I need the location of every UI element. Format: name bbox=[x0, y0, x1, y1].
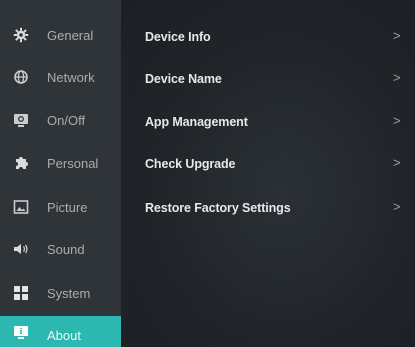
sidebar-item-label: General bbox=[47, 28, 94, 43]
sidebar-item-picture[interactable]: Picture bbox=[0, 190, 121, 224]
menu-row-label: Device Info bbox=[145, 30, 211, 44]
sidebar-item-sound[interactable]: Sound bbox=[0, 232, 121, 266]
sidebar-item-about[interactable]: About bbox=[0, 316, 121, 347]
info-monitor-icon bbox=[13, 324, 29, 340]
menu-row-device-name[interactable]: Device Name > bbox=[121, 61, 415, 97]
sidebar-item-label: Network bbox=[47, 70, 95, 85]
sidebar-item-label: Sound bbox=[47, 242, 85, 257]
menu-row-app-management[interactable]: App Management > bbox=[121, 104, 415, 140]
menu-row-label: App Management bbox=[145, 115, 248, 129]
sidebar-item-label: Personal bbox=[47, 156, 99, 171]
settings-sidebar: General Network On/Off Personal Picture … bbox=[0, 0, 121, 347]
menu-row-label: Restore Factory Settings bbox=[145, 201, 291, 215]
sidebar-item-on-off[interactable]: On/Off bbox=[0, 103, 121, 137]
about-panel: Device Info > Device Name > App Manageme… bbox=[121, 0, 415, 347]
sidebar-item-label: About bbox=[47, 328, 81, 343]
chevron-right-icon: > bbox=[393, 155, 401, 170]
puzzle-icon bbox=[13, 155, 29, 171]
menu-row-device-info[interactable]: Device Info > bbox=[121, 19, 415, 55]
sidebar-item-network[interactable]: Network bbox=[0, 60, 121, 94]
chevron-right-icon: > bbox=[393, 28, 401, 43]
sidebar-item-label: On/Off bbox=[47, 113, 86, 128]
chevron-right-icon: > bbox=[393, 199, 401, 214]
grid-icon bbox=[13, 285, 29, 301]
sidebar-item-label: System bbox=[47, 286, 91, 301]
sidebar-item-system[interactable]: System bbox=[0, 276, 121, 310]
menu-row-label: Check Upgrade bbox=[145, 157, 236, 171]
speaker-icon bbox=[13, 241, 29, 257]
menu-row-check-upgrade[interactable]: Check Upgrade > bbox=[121, 146, 415, 182]
power-monitor-icon bbox=[13, 112, 29, 128]
gear-icon bbox=[13, 27, 29, 43]
chevron-right-icon: > bbox=[393, 113, 401, 128]
sidebar-item-personal[interactable]: Personal bbox=[0, 146, 121, 180]
menu-row-restore-factory-settings[interactable]: Restore Factory Settings > bbox=[121, 190, 415, 226]
menu-row-label: Device Name bbox=[145, 72, 222, 86]
picture-icon bbox=[13, 199, 29, 215]
network-globe-icon bbox=[13, 69, 29, 85]
chevron-right-icon: > bbox=[393, 70, 401, 85]
sidebar-item-general[interactable]: General bbox=[0, 18, 121, 52]
sidebar-item-label: Picture bbox=[47, 200, 88, 215]
